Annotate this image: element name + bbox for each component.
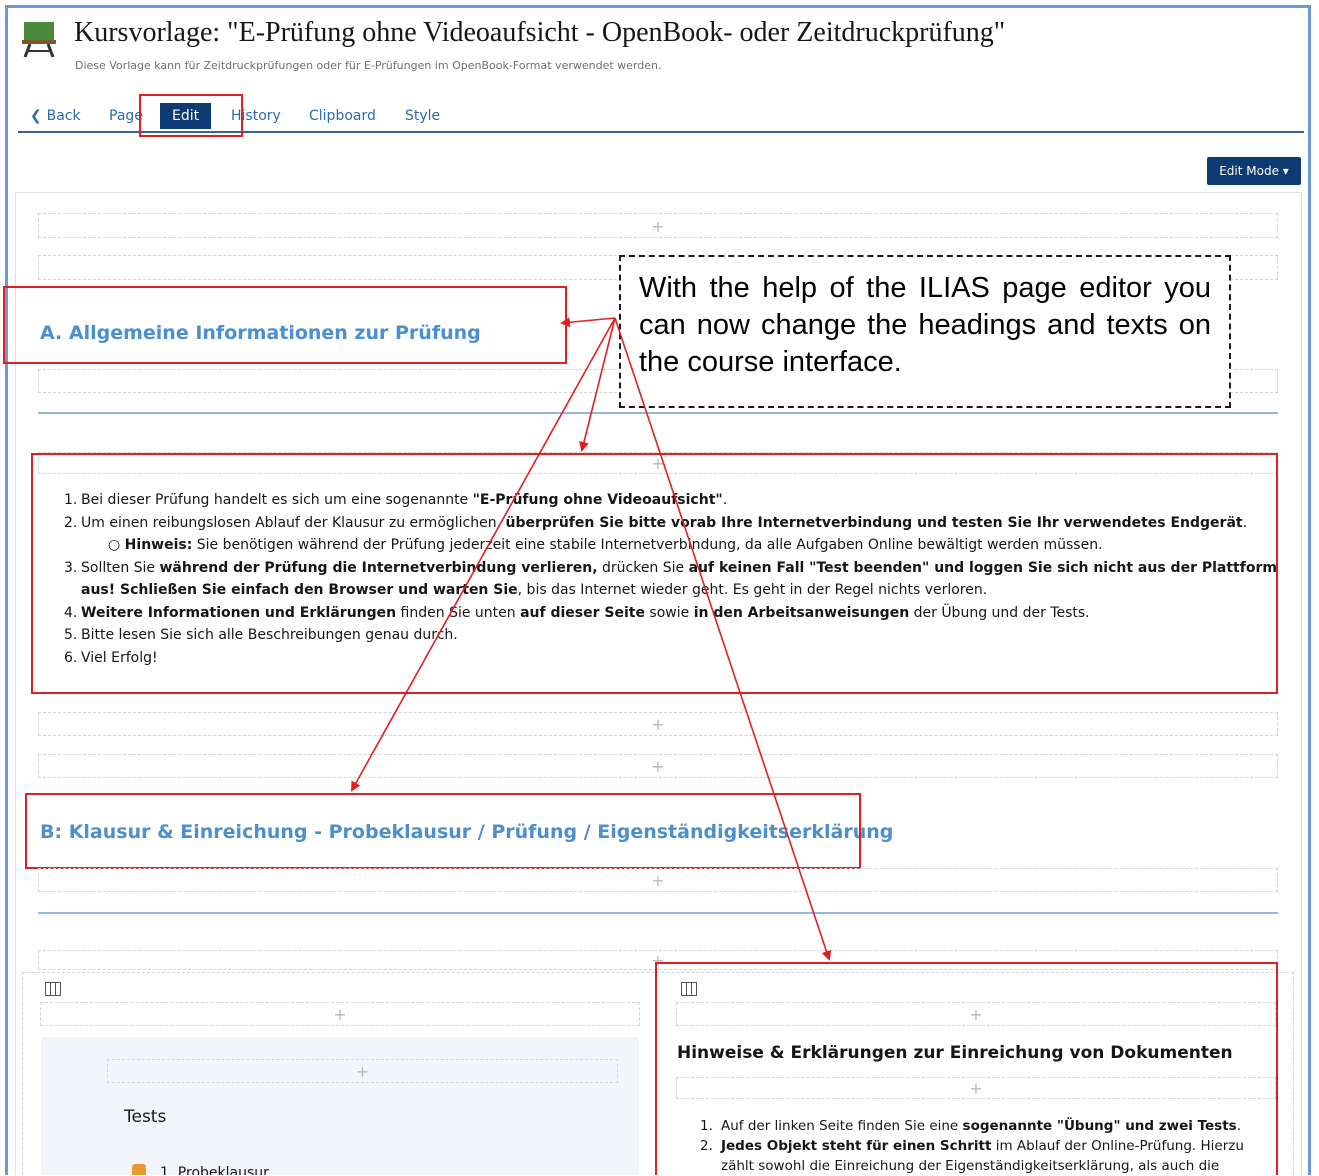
list-a-highlight bbox=[31, 453, 1278, 694]
tab-style[interactable]: Style bbox=[405, 103, 440, 129]
course-board-icon bbox=[22, 22, 56, 58]
test-icon bbox=[132, 1164, 146, 1175]
edit-mode-button[interactable]: Edit Mode ▾ bbox=[1207, 157, 1301, 185]
add-content-dropzone[interactable]: + bbox=[38, 712, 1278, 736]
add-content-dropzone[interactable]: + bbox=[38, 213, 1278, 238]
tests-label: Tests bbox=[124, 1107, 167, 1127]
page-subtitle: Diese Vorlage kann für Zeitdruckprüfunge… bbox=[75, 59, 662, 72]
chevron-left-icon: ❮ bbox=[30, 108, 47, 124]
divider bbox=[38, 412, 1278, 414]
back-tab[interactable]: ❮ Back bbox=[30, 103, 81, 129]
edit-tab-highlight bbox=[139, 94, 243, 137]
add-content-dropzone[interactable]: + bbox=[40, 1002, 640, 1026]
divider bbox=[38, 912, 1278, 914]
tab-page[interactable]: Page bbox=[109, 103, 143, 129]
right-panel-highlight bbox=[655, 962, 1278, 1175]
column-layout-icon[interactable] bbox=[45, 982, 61, 996]
back-label: Back bbox=[46, 108, 81, 124]
add-content-dropzone[interactable]: + bbox=[107, 1059, 618, 1083]
page-title: Kursvorlage: "E-Prüfung ohne Videoaufsic… bbox=[74, 17, 1006, 48]
tab-clipboard[interactable]: Clipboard bbox=[309, 103, 376, 129]
heading-b-highlight bbox=[25, 793, 861, 869]
annotation-callout: With the help of the ILIAS page editor y… bbox=[619, 255, 1231, 408]
add-content-dropzone[interactable]: + bbox=[38, 754, 1278, 778]
tests-panel bbox=[41, 1037, 639, 1175]
heading-a-highlight bbox=[3, 286, 567, 364]
test-item-partial[interactable]: 1. Probeklausur bbox=[160, 1166, 269, 1175]
add-content-dropzone[interactable]: + bbox=[38, 868, 1278, 892]
